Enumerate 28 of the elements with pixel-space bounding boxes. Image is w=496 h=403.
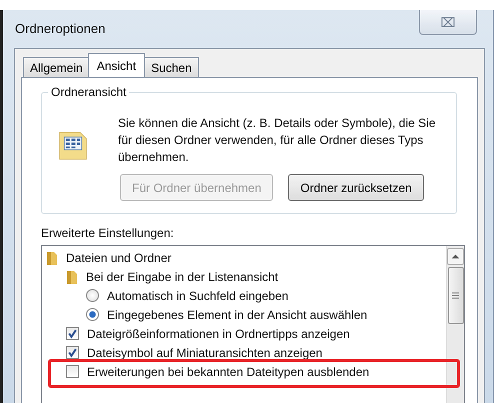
radio-button[interactable] [86,308,99,321]
check-icon [67,328,78,339]
setting-label: Dateigrößeinformationen in Ordnertipps anzeigen [87,326,350,342]
setting-label: Dateien und Ordner [66,250,172,266]
checkbox[interactable] [66,365,79,378]
setting-label: Automatisch in Suchfeld eingeben [107,288,288,304]
close-button[interactable]: ⌧ [419,10,477,35]
folder-icon [46,250,58,266]
tab[interactable]: Ansicht [88,53,146,77]
tab[interactable]: Allgemein [23,57,90,77]
section-label: Erweiterte Einstellungen: [41,226,175,240]
folder-icon [66,268,78,284]
checkbox[interactable] [66,327,79,340]
setting-label: Erweiterungen bei bekannten Dateitypen ausblenden [87,364,370,380]
scroll-thumb[interactable] [448,267,464,324]
radio-button[interactable] [86,289,99,302]
description-text: Sie können die Ansicht (z. B. Details oder Symbole), die Sie für diesen Ordner verwenden, für alle Ordner dieses Typs übernehmen. [118,115,436,166]
group-title: Ordneransicht [48,85,130,99]
tab[interactable]: Suchen [144,57,199,77]
action-button[interactable]: Ordner zurücksetzen [288,174,424,201]
scroll-up-icon[interactable] [447,248,464,265]
window-title: Ordneroptionen [15,21,106,36]
check-icon [67,347,78,358]
setting-label: Eingegebenes Element in der Ansicht auswählen [107,306,368,322]
scrollbar[interactable] [446,246,464,403]
checkbox[interactable] [66,346,79,359]
setting-label: Bei der Eingabe in der Listenansicht [86,268,278,284]
setting-label: Dateisymbol auf Miniaturansichten anzeigen [87,344,322,360]
